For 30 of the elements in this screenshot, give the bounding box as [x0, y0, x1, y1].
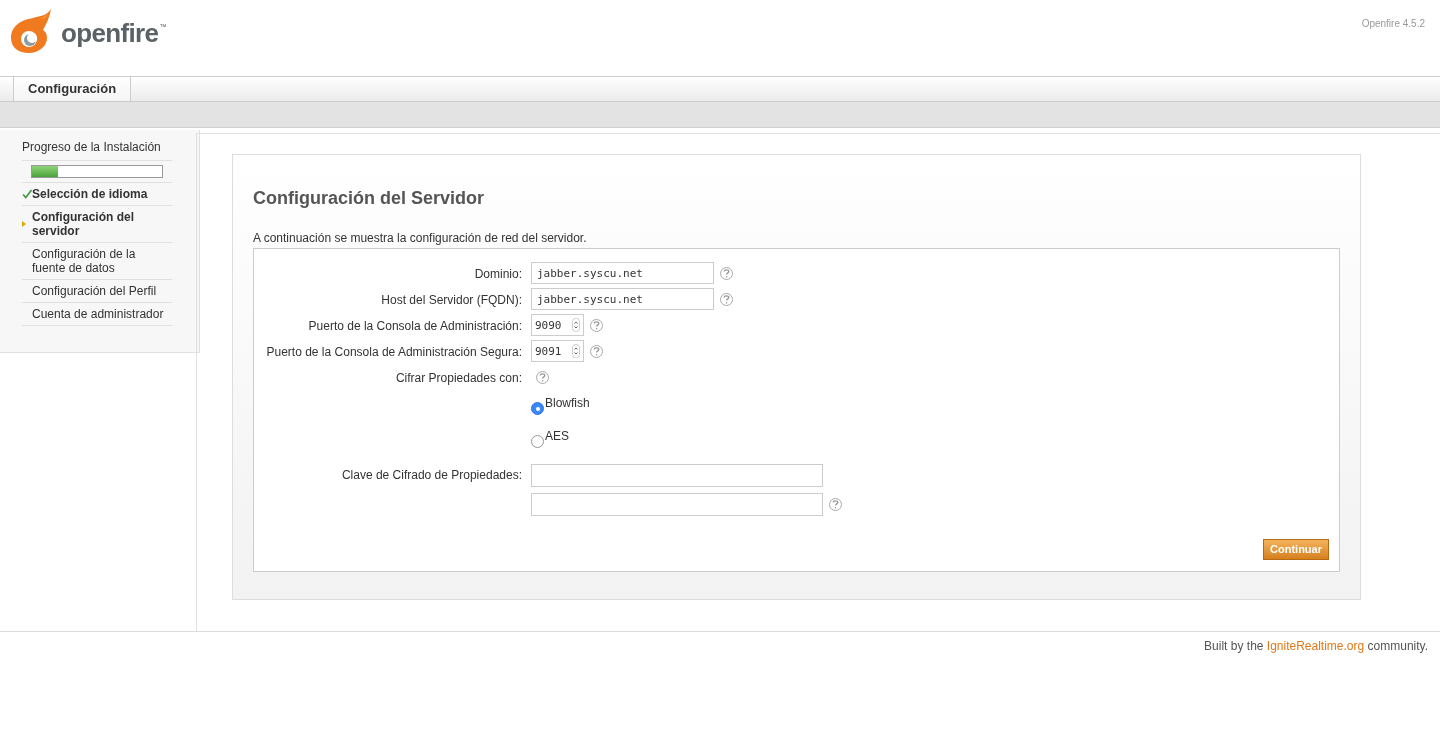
field-label: Dominio: — [474, 267, 522, 281]
radio-button[interactable] — [531, 402, 544, 415]
number-field[interactable]: 9090 — [531, 314, 584, 336]
field-label: Puerto de la Consola de Administración: — [308, 319, 522, 333]
step-label: Configuración del servidor — [32, 210, 135, 238]
step-label: Selección de idioma — [32, 187, 148, 201]
version-label: Openfire 4.5.2 — [1361, 17, 1426, 31]
text-field[interactable]: jabber.syscu.net — [531, 262, 714, 284]
key-field[interactable] — [531, 464, 823, 487]
step-label: Configuración del Perfil — [31, 284, 157, 298]
spinner-icon[interactable] — [572, 344, 580, 358]
number-field[interactable]: 9091 — [531, 340, 584, 362]
radio-button[interactable] — [531, 435, 544, 448]
footer-text: Built by the IgniteRealtime.org community. — [1204, 638, 1428, 655]
logo-text: openfire — [61, 16, 159, 50]
page-description: A continuación se muestra la configuración de red del servidor. — [253, 230, 588, 247]
field-label: Host del Servidor (FQDN): — [381, 293, 522, 307]
sidebar-title: Progreso de la Instalación — [22, 138, 172, 161]
step-label: Cuenta de administrador — [31, 307, 164, 321]
radio-label: Blowfish — [545, 395, 590, 412]
text-field[interactable]: jabber.syscu.net — [531, 288, 714, 310]
confirm-key-field[interactable] — [531, 493, 823, 516]
page-title: Configuración del Servidor — [253, 187, 486, 210]
field-label: Puerto de la Consola de Administración Segura: — [266, 345, 522, 359]
nav-tab[interactable]: Configuración — [13, 77, 132, 101]
step-label: Configuración de la fuente de datos — [31, 247, 137, 275]
spinner-icon[interactable] — [572, 318, 580, 332]
field-label: Clave de Cifrado de Propiedades: — [341, 468, 522, 482]
radio-label: AES — [545, 428, 569, 445]
field-label: Cifrar Propiedades con: — [395, 371, 522, 385]
